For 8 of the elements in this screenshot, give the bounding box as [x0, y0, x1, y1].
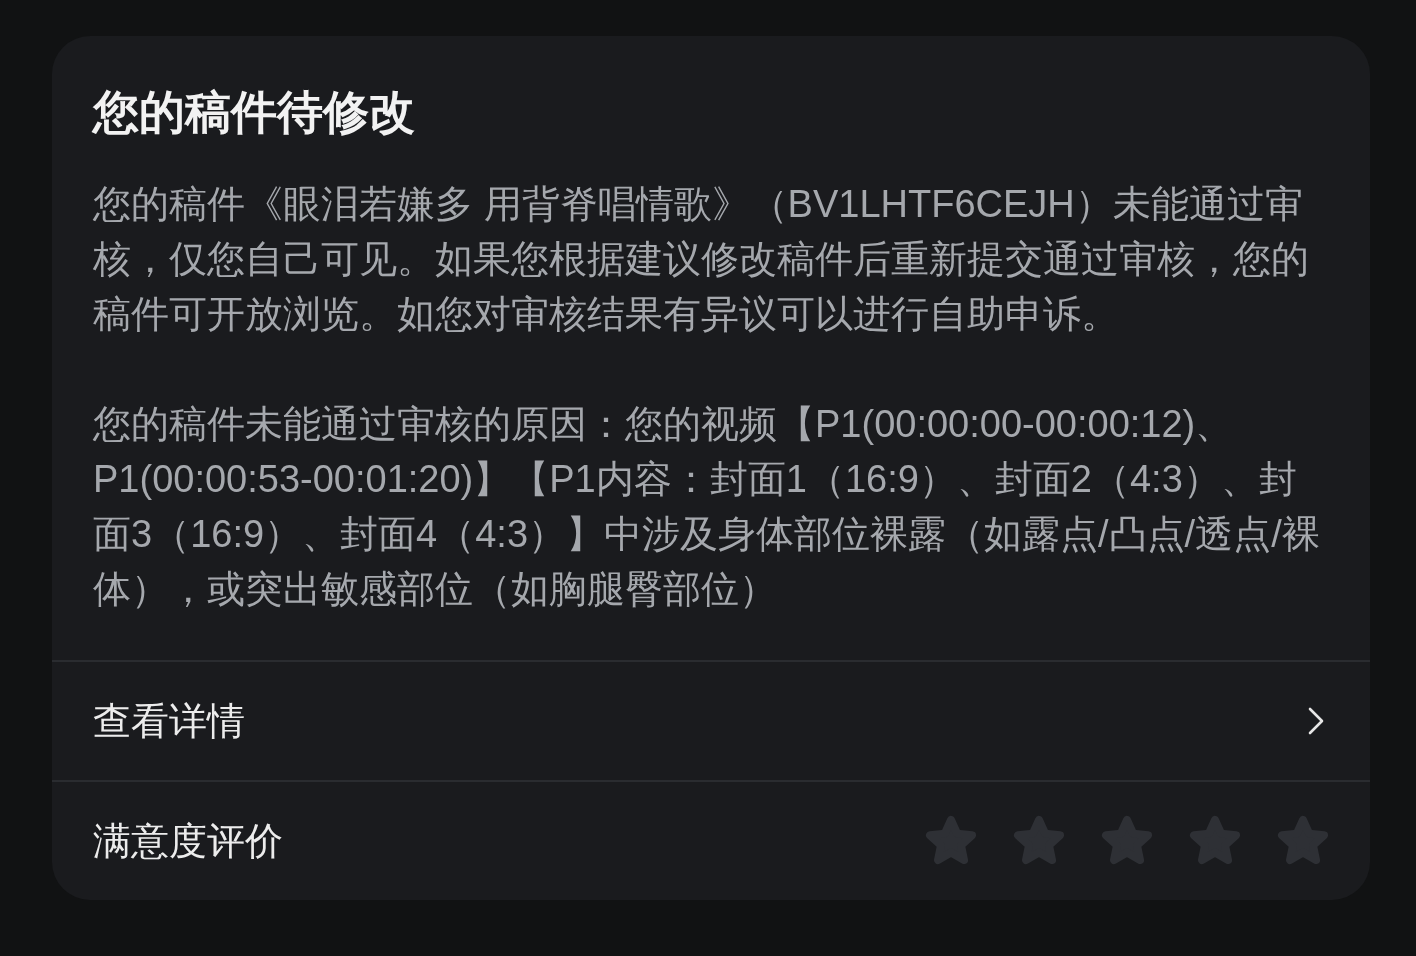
- rating-label: 满意度评价: [93, 819, 283, 864]
- star-icon[interactable]: [1012, 815, 1066, 867]
- chevron-right-icon: [1308, 707, 1324, 735]
- notice-paragraph: 您的稿件《眼泪若嫌多 用背脊唱情歌》（BV1LHTF6CEJH）未能通过审核，仅您自己可见。如果您根据建议修改稿件后重新提交通过审核，您的稿件可开放浏览。如您对审核结果有异议可以进行自助申诉。: [93, 182, 1310, 337]
- view-details-item[interactable]: 查看详情: [52, 662, 1370, 780]
- notice-paragraph: 您的稿件未能通过审核的原因：您的视频【P1(00:00:00-00:00:12)、P1(00:00:53-00:01:20)】【P1内容：封面1（16:9）、封面2（4:3）、封面3（16:9）、封面4（4:3）】中涉及身体部位裸露（如露点/凸点/透点/裸体），或突出敏感部位（如胸腿臀部位）: [93, 402, 1321, 612]
- notice-title: 您的稿件待修改: [93, 85, 416, 140]
- star-rating[interactable]: [924, 815, 1330, 867]
